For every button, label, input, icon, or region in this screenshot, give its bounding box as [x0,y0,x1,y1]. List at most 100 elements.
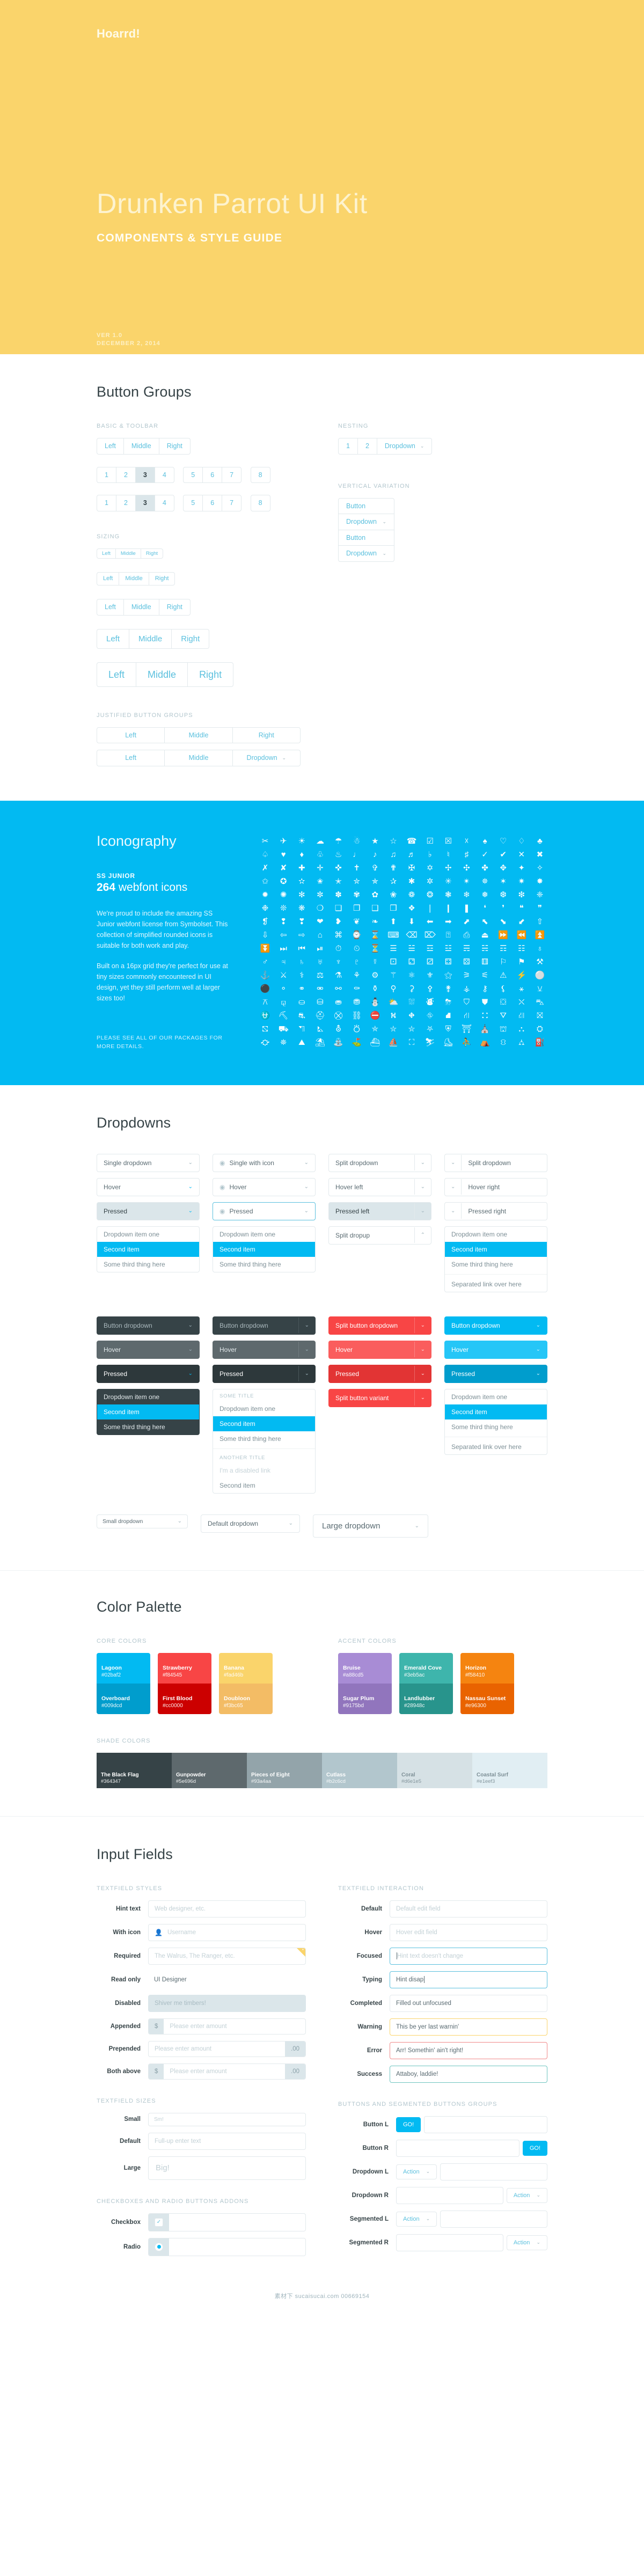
btn-xs-middle[interactable]: Middle [115,548,141,559]
input-field[interactable] [440,2163,547,2180]
chevron-down-icon[interactable]: ⌄ [414,1342,431,1357]
input-field[interactable] [169,2238,305,2256]
menu-item[interactable]: Some third thing here [97,1257,199,1272]
chevron-down-icon[interactable]: ⌄ [414,1179,431,1195]
input-field[interactable]: The Walrus, The Ranger, etc. * [148,1947,306,1965]
input-field[interactable]: Please enter amount [149,2041,285,2057]
toolbar2-btn-1[interactable]: 1 [97,495,116,511]
toolbar-group-c[interactable]: 8 [250,466,270,483]
split-dropdown-right-pressed[interactable]: ⌄ Pressed right [444,1202,547,1220]
dropdown-icon-pressed[interactable]: ◉ Pressed ⌄ [213,1202,316,1220]
justified-btn-right[interactable]: Right [232,727,301,743]
nesting-btn-1[interactable]: 1 [338,438,358,455]
menu-item-selected[interactable]: Second item [97,1241,199,1257]
input-field[interactable] [440,2210,547,2228]
btn-md-left[interactable]: Left [97,599,124,616]
nesting-btn-2[interactable]: 2 [357,438,377,455]
input-field[interactable]: This be yer last warnin' [390,2018,547,2036]
toolbar2-btn-2[interactable]: 2 [115,495,136,511]
toolbar-group-a[interactable]: 1 2 3 4 [97,466,174,483]
btn-md-right[interactable]: Right [158,599,191,616]
dropdown-single[interactable]: Single dropdown ⌄ [97,1153,200,1172]
input-field[interactable] [396,2139,519,2157]
dark-button-dropdown[interactable]: Button dropdown ⌄ [97,1316,200,1335]
button-group-md[interactable]: Left Middle Right [97,599,191,616]
dropdown-single-pressed[interactable]: Pressed ⌄ [97,1202,200,1220]
vertical-button-group[interactable]: Button Dropdown ⌄ Button Dropdown ⌄ [338,497,394,562]
nesting-dropdown-button[interactable]: Dropdown ⌄ [376,438,433,455]
action-dropdown-button[interactable]: Action ⌄ [506,2187,547,2203]
dark-split-pressed[interactable]: Pressed ⌄ [213,1364,316,1383]
segmented-action-button[interactable]: Action ⌄ [506,2235,547,2250]
input-field[interactable]: Attaboy, laddie! [390,2065,547,2083]
btn-xs-right[interactable]: Right [140,548,164,559]
menu-item[interactable]: Dropdown item one [213,1401,315,1416]
red-split-hover[interactable]: Hover ⌄ [328,1340,431,1359]
btn-sm-middle[interactable]: Middle [119,572,149,586]
input-field[interactable] [424,2116,547,2133]
menu-item[interactable]: Some third thing here [445,1257,547,1272]
btn-lg-middle[interactable]: Middle [129,628,172,649]
menu-item-selected[interactable]: Second item [445,1404,547,1419]
chevron-down-icon[interactable]: ⌄ [298,1318,315,1333]
btn-lg-right[interactable]: Right [171,628,210,649]
input-field[interactable]: Hint text doesn't change [390,1947,547,1965]
red-split-variant[interactable]: Split button variant ⌄ [328,1388,431,1407]
split-dropdown-right-hover[interactable]: ⌄ Hover right [444,1177,547,1196]
menu-item[interactable]: Dropdown item one [213,1227,315,1242]
button-group-xl[interactable]: Left Middle Right [97,662,234,687]
btn-left[interactable]: Left [97,438,124,455]
input-field[interactable]: Full-up enter text [148,2132,306,2150]
dropdown-large[interactable]: Large dropdown ⌄ [313,1514,428,1538]
nesting-group[interactable]: 1 2 Dropdown ⌄ [338,438,433,455]
btn-xl-left[interactable]: Left [97,662,137,687]
split-dropup[interactable]: Split dropup ⌃ [328,1226,431,1245]
dropdown-icon-hover[interactable]: ◉ Hover ⌄ [213,1177,316,1196]
dark-split-hover[interactable]: Hover ⌄ [213,1340,316,1359]
toolbar-btn-5[interactable]: 5 [183,466,203,483]
toolbar2-btn-7[interactable]: 7 [222,495,242,511]
dropdown-default[interactable]: Default dropdown ⌄ [201,1514,300,1533]
btn-lg-left[interactable]: Left [97,628,130,649]
input-field[interactable]: Please enter amount [164,2019,305,2034]
split-dropdown-pressed[interactable]: Pressed left ⌄ [328,1202,431,1220]
menu-item[interactable]: Dropdown item one [97,1389,199,1404]
chevron-down-icon[interactable]: ⌄ [414,1390,431,1406]
blue-dropdown-menu[interactable]: Dropdown item one Second item Some third… [444,1388,547,1455]
input-field[interactable]: Big! [148,2156,306,2180]
blue-button-dropdown-hover[interactable]: Hover ⌄ [444,1340,547,1359]
go-button[interactable]: GO! [396,2117,421,2132]
segmented-action-button[interactable]: Action ⌄ [396,2211,437,2227]
dark-dropdown-menu[interactable]: Dropdown item one Second item Some third… [97,1388,200,1435]
menu-item[interactable]: Dropdown item one [445,1389,547,1404]
input-field[interactable] [396,2186,503,2204]
red-split-dropdown[interactable]: Split button dropdown ⌄ [328,1316,431,1335]
chevron-down-icon[interactable]: ⌄ [414,1203,431,1219]
toolbar-btn-3[interactable]: 3 [135,466,155,483]
chevron-up-icon[interactable]: ⌃ [414,1227,431,1243]
button-group-lmr[interactable]: Left Middle Right [97,438,191,455]
input-field[interactable] [396,2234,503,2251]
input-group[interactable] [148,2237,306,2256]
titled-dropdown-menu[interactable]: SOME TITLE Dropdown item one Second item… [213,1388,316,1494]
control-addon[interactable]: ✓ [149,2213,169,2231]
split-dropdown-right[interactable]: ⌄ Split dropdown [444,1153,547,1172]
red-split-pressed[interactable]: Pressed ⌄ [328,1364,431,1383]
btn-xl-middle[interactable]: Middle [136,662,188,687]
input-field[interactable]: 👤 Username [148,1923,306,1941]
input-field[interactable]: Default edit field [390,1900,547,1918]
vertical-btn-1[interactable]: Dropdown ⌄ [338,514,394,530]
chevron-down-icon[interactable]: ⌄ [298,1342,315,1357]
input-field[interactable]: Sm! [148,2112,306,2126]
input-group[interactable]: $ Please enter amount [148,2018,306,2035]
vertical-btn-0[interactable]: Button [338,497,394,514]
justified-btn-middle[interactable]: Middle [164,727,233,743]
input-field[interactable]: Hint disap [390,1971,547,1988]
radio-input[interactable] [155,2242,163,2251]
dropdown-menu-1[interactable]: Dropdown item one Second item Some third… [97,1226,200,1272]
menu-item-selected[interactable]: Second item [97,1404,199,1419]
menu-item-separated-link[interactable]: Separated link over here [445,1277,547,1292]
dropdown-icon[interactable]: ◉ Single with icon ⌄ [213,1153,316,1172]
checkbox-input[interactable]: ✓ [155,2218,163,2227]
dropdown-menu-4[interactable]: Dropdown item one Second item Some third… [444,1226,547,1292]
